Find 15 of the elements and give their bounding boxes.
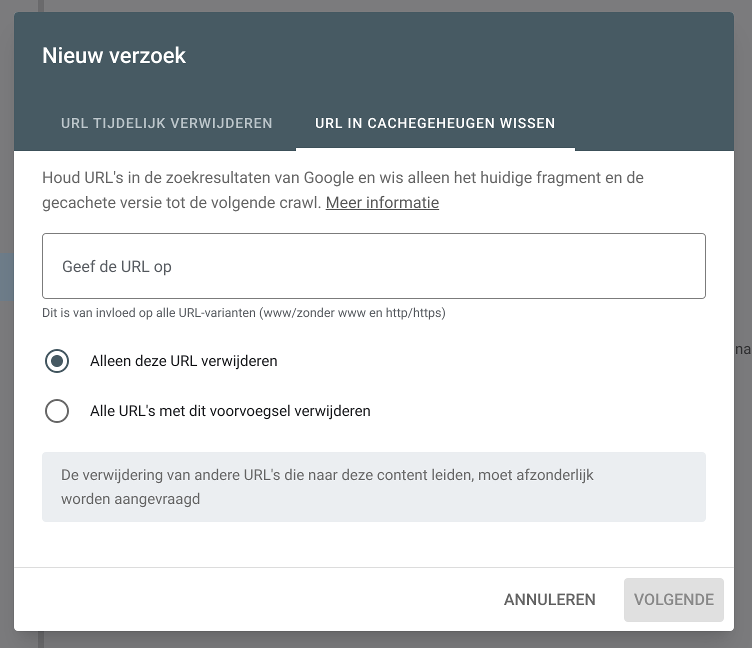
more-info-link[interactable]: Meer informatie xyxy=(326,193,440,212)
background-panel xyxy=(0,253,14,301)
description-text: Houd URL's in de zoekresultaten van Google en wis alleen het huidige fragment en de gecachete versie tot de volgende crawl. Meer informatie xyxy=(42,167,645,214)
background-text: na xyxy=(735,339,752,360)
dialog-title: Nieuw verzoek xyxy=(42,43,186,71)
radio-button[interactable] xyxy=(45,348,69,373)
radio-button[interactable] xyxy=(45,398,69,423)
option-label: Alle URL's met dit voorvoegsel verwijderen xyxy=(90,400,371,422)
helper-text: Dit is van invloed op alle URL-varianten (www/zonder www en http/https) xyxy=(42,305,446,323)
notice-text: De verwijdering van andere URL's die naar deze content leiden, moet afzonderlijk worden aangevraagd xyxy=(61,464,595,510)
option-label: Alleen deze URL verwijderen xyxy=(90,350,278,372)
url-input-field[interactable]: Geef de URL op xyxy=(42,233,706,299)
tab[interactable]: URL IN CACHEGEHEUGEN WISSEN xyxy=(296,101,575,151)
cancel-button[interactable]: ANNULEREN xyxy=(494,578,606,622)
tab[interactable]: URL TIJDELIJK VERWIJDEREN xyxy=(42,101,292,151)
